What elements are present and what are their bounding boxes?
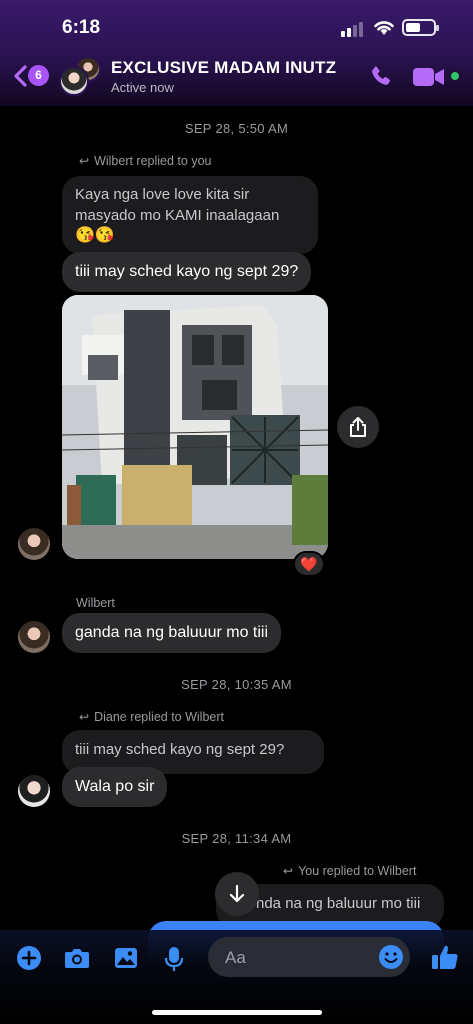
conversation-title[interactable]: EXCLUSIVE MADAM INUTZ — [111, 58, 336, 78]
thumbs-up-icon[interactable] — [430, 942, 460, 972]
message-input-placeholder: Aa — [225, 948, 246, 967]
reply-arrow-icon: ↩ — [79, 710, 90, 724]
gallery-icon[interactable] — [113, 945, 139, 971]
status-time: 6:18 — [62, 17, 101, 38]
reply-arrow-icon: ↩ — [79, 154, 90, 168]
share-button[interactable] — [337, 406, 379, 448]
reply-label: You replied to Wilbert — [298, 864, 417, 878]
avatar-wilbert[interactable] — [18, 528, 50, 560]
unread-badge: 6 — [28, 65, 49, 86]
cellular-signal-icon — [341, 22, 363, 37]
wifi-icon — [374, 21, 394, 35]
battery-icon — [402, 19, 439, 36]
camera-icon[interactable] — [63, 945, 91, 971]
reply-indicator: ↩ Diane replied to Wilbert — [79, 710, 224, 724]
emoji-icon[interactable] — [378, 944, 404, 970]
microphone-icon[interactable] — [162, 945, 186, 973]
reply-indicator: ↩ Wilbert replied to you — [79, 154, 211, 168]
group-avatar-primary[interactable] — [59, 66, 89, 96]
quoted-message[interactable]: Kaya nga love love kita sir masyado mo K… — [62, 176, 318, 254]
share-icon — [350, 417, 366, 437]
reply-label: Diane replied to Wilbert — [94, 710, 224, 724]
chat-header: 6:18 6 EXCLUSIVE MADAM INUTZ Active now — [0, 0, 473, 106]
reply-indicator: ↩ You replied to Wilbert — [283, 864, 416, 878]
status-bar: 6:18 — [0, 0, 473, 52]
video-call-icon[interactable] — [412, 66, 446, 88]
sender-name: Wilbert — [76, 596, 115, 610]
message-bubble[interactable]: Wala po sir — [62, 767, 168, 807]
heart-reaction[interactable]: ❤️ — [293, 551, 325, 577]
quoted-emoji: 😘😘 — [75, 227, 115, 244]
timestamp: SEP 28, 10:35 AM — [181, 677, 292, 692]
timestamp: SEP 28, 5:50 AM — [184, 121, 289, 136]
reply-arrow-icon: ↩ — [283, 864, 294, 878]
quoted-text-line: masyado mo KAMI inaalagaan — [75, 207, 280, 224]
message-bubble[interactable]: tiii may sched kayo ng sept 29? — [62, 252, 312, 292]
timestamp: SEP 28, 11:34 AM — [181, 831, 292, 846]
phone-call-icon[interactable] — [368, 64, 394, 90]
home-indicator — [152, 1010, 322, 1015]
photo-message[interactable] — [62, 295, 328, 559]
arrow-down-icon — [229, 884, 245, 903]
avatar-diane[interactable] — [18, 775, 50, 807]
house-photo — [62, 295, 328, 559]
quoted-text-line: Kaya nga love love kita sir — [75, 186, 250, 203]
avatar-wilbert[interactable] — [18, 621, 50, 653]
reply-label: Wilbert replied to you — [94, 154, 212, 168]
active-status: Active now — [111, 80, 174, 95]
online-indicator — [449, 70, 461, 82]
scroll-to-bottom-button[interactable] — [215, 872, 259, 916]
message-bubble[interactable]: ganda na ng baluuur mo tiii — [62, 613, 282, 653]
plus-icon[interactable] — [16, 945, 42, 971]
